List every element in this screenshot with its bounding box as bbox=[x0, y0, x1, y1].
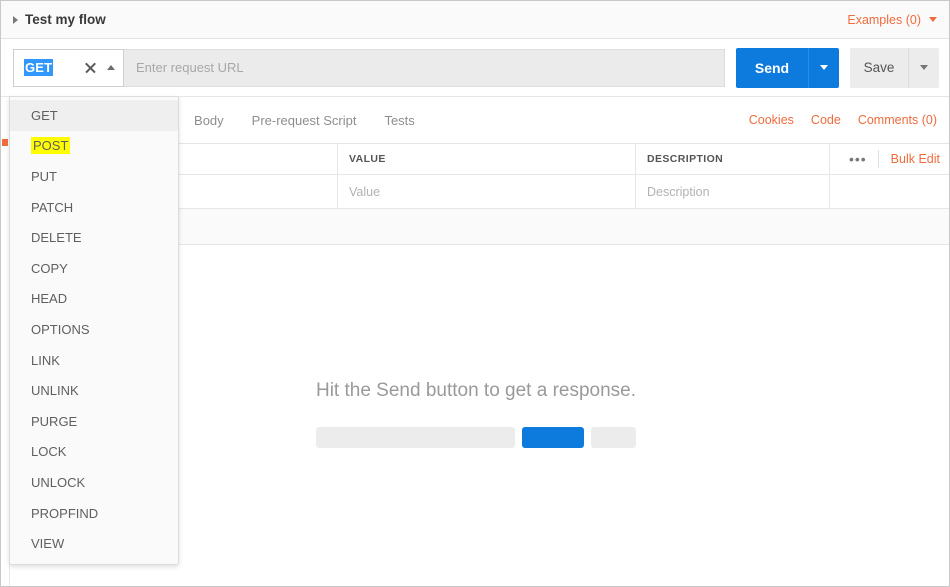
placeholder-bar-gray-large bbox=[316, 427, 515, 448]
triangle-right-icon[interactable] bbox=[13, 15, 18, 24]
ellipsis-icon[interactable]: ••• bbox=[838, 152, 878, 166]
method-option-unlink-label: UNLINK bbox=[31, 383, 79, 399]
method-option-get[interactable]: GET bbox=[10, 100, 178, 131]
url-bar: GET Enter request URL Send Save bbox=[1, 39, 949, 97]
method-option-purge-label: PURGE bbox=[31, 413, 78, 429]
method-option-patch-label: PATCH bbox=[31, 199, 74, 215]
column-header-description: DESCRIPTION bbox=[636, 144, 830, 174]
value-input-placeholder: Value bbox=[349, 184, 381, 199]
method-option-view[interactable]: VIEW bbox=[10, 528, 178, 559]
chevron-up-icon[interactable] bbox=[107, 65, 115, 70]
send-button-group: Send bbox=[736, 47, 839, 88]
method-option-put[interactable]: PUT bbox=[10, 161, 178, 192]
placeholder-bar-gray-small bbox=[591, 427, 636, 448]
request-url-input[interactable]: Enter request URL bbox=[124, 48, 725, 87]
cookies-link[interactable]: Cookies bbox=[749, 113, 794, 127]
method-actions bbox=[84, 61, 115, 74]
method-option-options-label: OPTIONS bbox=[31, 321, 90, 337]
method-option-purge[interactable]: PURGE bbox=[10, 406, 178, 437]
method-option-get-label: GET bbox=[31, 107, 58, 123]
tab-body[interactable]: Body bbox=[194, 113, 224, 128]
column-header-value-label: VALUE bbox=[349, 153, 386, 165]
bulk-edit-button[interactable]: Bulk Edit bbox=[879, 152, 940, 166]
placeholder-bar-blue bbox=[522, 427, 584, 448]
response-empty-message: Hit the Send button to get a response. bbox=[315, 380, 637, 401]
cell-description[interactable]: Description bbox=[636, 175, 830, 208]
method-option-unlink[interactable]: UNLINK bbox=[10, 375, 178, 406]
request-url-placeholder: Enter request URL bbox=[136, 60, 244, 75]
cell-row-tools bbox=[830, 175, 949, 208]
method-selector[interactable]: GET bbox=[13, 48, 124, 87]
method-option-link-label: LINK bbox=[31, 352, 60, 368]
table-header-tools: ••• Bulk Edit bbox=[830, 144, 949, 174]
method-option-post-label: POST bbox=[31, 137, 71, 155]
unsaved-indicator bbox=[2, 139, 8, 146]
method-option-head-label: HEAD bbox=[31, 291, 68, 307]
method-option-put-label: PUT bbox=[31, 168, 57, 184]
method-option-options[interactable]: OPTIONS bbox=[10, 314, 178, 345]
response-placeholder-illustration bbox=[316, 427, 636, 448]
comments-link[interactable]: Comments (0) bbox=[858, 113, 937, 127]
method-option-delete[interactable]: DELETE bbox=[10, 222, 178, 253]
cell-value[interactable]: Value bbox=[338, 175, 636, 208]
method-option-view-label: VIEW bbox=[31, 536, 65, 552]
method-option-delete-label: DELETE bbox=[31, 230, 82, 246]
method-option-head[interactable]: HEAD bbox=[10, 284, 178, 315]
chevron-down-icon bbox=[920, 65, 928, 70]
request-header-bar: Test my flow Examples (0) bbox=[1, 1, 949, 39]
method-option-unlock-label: UNLOCK bbox=[31, 474, 86, 490]
tab-pre-request-script[interactable]: Pre-request Script bbox=[252, 113, 357, 128]
examples-dropdown[interactable]: Examples (0) bbox=[847, 13, 937, 27]
method-option-patch[interactable]: PATCH bbox=[10, 192, 178, 223]
method-option-lock-label: LOCK bbox=[31, 444, 67, 460]
column-header-value: VALUE bbox=[338, 144, 636, 174]
close-icon[interactable] bbox=[84, 61, 97, 74]
request-title-group[interactable]: Test my flow bbox=[13, 12, 106, 27]
save-button[interactable]: Save bbox=[850, 47, 908, 88]
method-option-post[interactable]: POST bbox=[10, 131, 178, 162]
send-button[interactable]: Send bbox=[736, 47, 808, 88]
request-tab-links: Cookies Code Comments (0) bbox=[749, 113, 937, 127]
method-dropdown-menu: GET POST PUT PATCH DELETE COPY HEAD OPTI… bbox=[9, 96, 179, 565]
chevron-down-icon[interactable] bbox=[929, 17, 937, 22]
method-option-propfind-label: PROPFIND bbox=[31, 505, 99, 521]
chevron-down-icon bbox=[820, 65, 828, 70]
postman-request-builder: Test my flow Examples (0) GET Enter requ… bbox=[0, 0, 950, 587]
column-header-description-label: DESCRIPTION bbox=[647, 153, 724, 165]
examples-label: Examples (0) bbox=[847, 12, 921, 27]
method-option-copy[interactable]: COPY bbox=[10, 253, 178, 284]
send-options-button[interactable] bbox=[808, 47, 839, 88]
tab-tests[interactable]: Tests bbox=[384, 113, 414, 128]
method-option-lock[interactable]: LOCK bbox=[10, 437, 178, 468]
method-option-unlock[interactable]: UNLOCK bbox=[10, 467, 178, 498]
method-option-link[interactable]: LINK bbox=[10, 345, 178, 376]
save-button-group: Save bbox=[850, 47, 939, 88]
method-option-copy-label: COPY bbox=[31, 260, 68, 276]
save-options-button[interactable] bbox=[908, 47, 939, 88]
page-title: Test my flow bbox=[25, 12, 106, 27]
code-link[interactable]: Code bbox=[811, 113, 841, 127]
description-input-placeholder: Description bbox=[647, 184, 710, 199]
method-option-propfind[interactable]: PROPFIND bbox=[10, 498, 178, 529]
method-input[interactable]: GET bbox=[24, 59, 54, 76]
